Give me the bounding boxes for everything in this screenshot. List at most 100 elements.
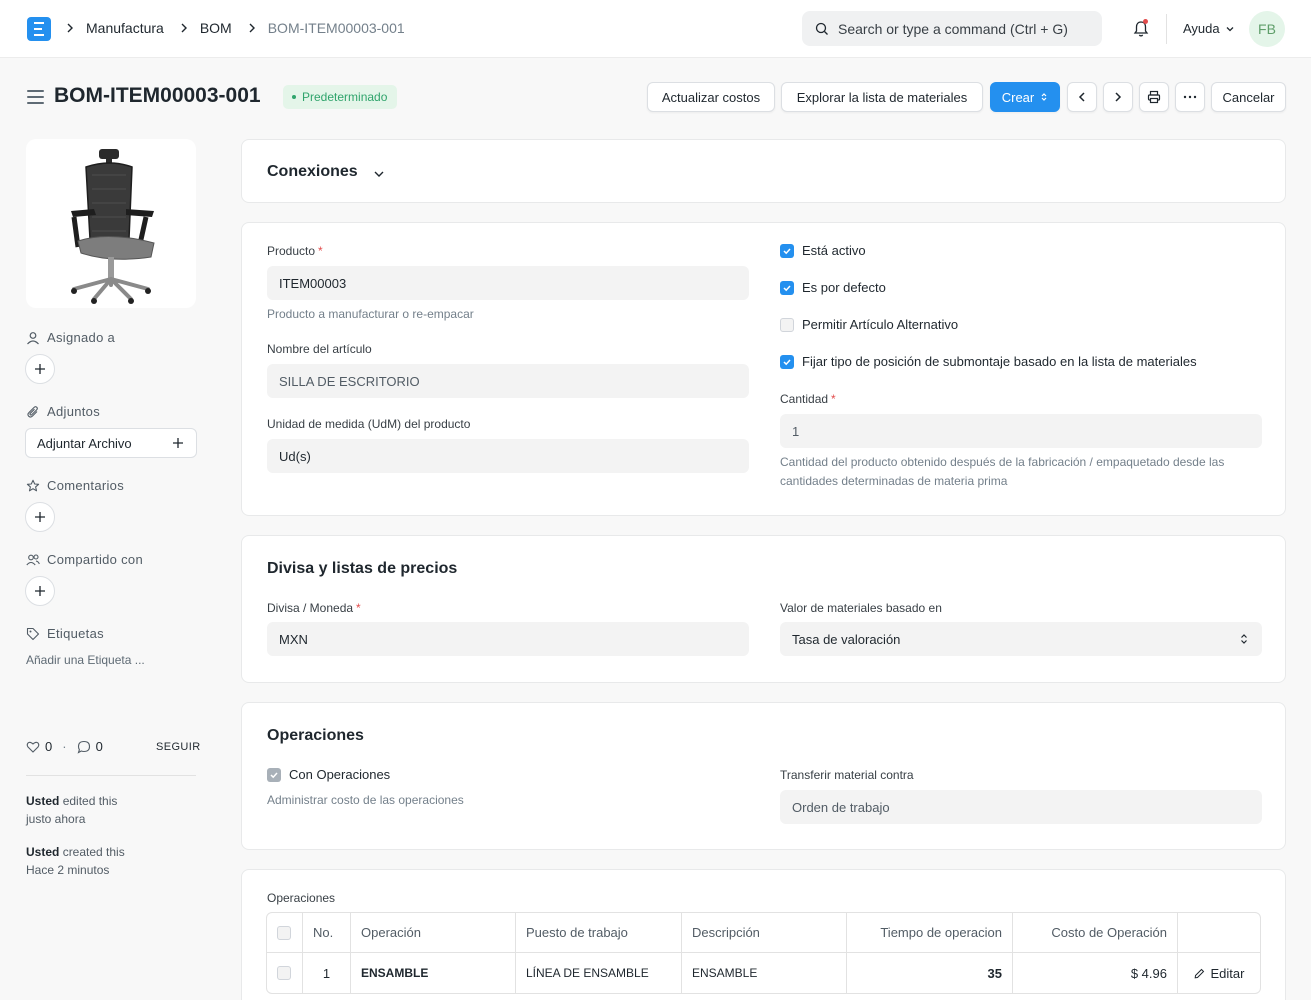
quantity-input[interactable]: 1 bbox=[780, 414, 1262, 448]
connections-title[interactable]: Conexiones bbox=[267, 163, 358, 181]
create-label: Crear bbox=[1001, 89, 1035, 105]
more-options-button[interactable] bbox=[1175, 82, 1205, 112]
operations-table: No. Operación Puesto de trabajo Descripc… bbox=[266, 912, 1261, 994]
tag-icon bbox=[26, 627, 40, 640]
activity-action: edited this bbox=[62, 794, 118, 808]
user-avatar[interactable]: FB bbox=[1249, 11, 1285, 47]
currency-input[interactable]: MXN bbox=[267, 622, 749, 656]
update-costs-button[interactable]: Actualizar costos bbox=[647, 82, 775, 112]
help-label: Ayuda bbox=[1183, 21, 1220, 36]
like-count: 0 bbox=[45, 739, 53, 754]
add-tag-link[interactable]: Añadir una Etiqueta ... bbox=[26, 653, 145, 667]
allow-alternative-checkbox[interactable]: Permitir Artículo Alternativo bbox=[780, 317, 958, 332]
select-all-cell bbox=[267, 913, 303, 952]
assigned-to-label: Asignado a bbox=[47, 330, 116, 345]
add-comment-button[interactable] bbox=[25, 502, 55, 532]
workstation-cell[interactable]: LÍNEA DE ENSAMBLE bbox=[516, 953, 682, 993]
tags-section: Etiquetas bbox=[26, 626, 104, 641]
allow-alternative-label: Permitir Artículo Alternativo bbox=[802, 317, 959, 332]
users-icon bbox=[26, 553, 40, 565]
column-header: Tiempo de operacion bbox=[847, 913, 1013, 952]
checkbox-checked-icon bbox=[267, 767, 281, 782]
transfer-against-input[interactable]: Orden de trabajo bbox=[780, 790, 1262, 824]
is-default-checkbox[interactable]: Es por defecto bbox=[780, 280, 886, 295]
column-header: No. bbox=[303, 913, 351, 952]
next-doc-button[interactable] bbox=[1103, 82, 1133, 112]
is-active-label: Está activo bbox=[802, 243, 866, 258]
activity-user: Usted bbox=[26, 845, 60, 859]
notification-bell-icon[interactable] bbox=[1131, 19, 1151, 39]
print-button[interactable] bbox=[1139, 82, 1169, 112]
product-help: Producto a manufacturar o re-empacar bbox=[267, 307, 474, 321]
table-header: No. Operación Puesto de trabajo Descripc… bbox=[267, 913, 1260, 953]
quantity-help: Cantidad del producto obtenido después d… bbox=[780, 455, 1225, 488]
chevron-right-icon bbox=[249, 23, 255, 33]
set-subassembly-checkbox[interactable]: Fijar tipo de posición de submontaje bas… bbox=[780, 354, 1197, 369]
shared-with-label: Compartido con bbox=[47, 552, 143, 567]
rate-basis-select[interactable]: Tasa de valoración bbox=[780, 622, 1262, 656]
column-header: Descripción bbox=[682, 913, 847, 952]
user-icon bbox=[27, 331, 39, 344]
item-image[interactable] bbox=[26, 139, 196, 308]
follow-button[interactable]: SEGUIR bbox=[156, 741, 201, 753]
description-cell[interactable]: ENSAMBLE bbox=[682, 953, 847, 993]
operations-card: Operaciones Con Operaciones Administrar … bbox=[241, 702, 1286, 850]
printer-icon bbox=[1147, 90, 1161, 104]
create-button[interactable]: Crear bbox=[990, 82, 1060, 112]
checkbox-checked-icon bbox=[780, 354, 794, 369]
attach-file-button[interactable]: Adjuntar Archivo bbox=[25, 428, 197, 458]
add-share-button[interactable] bbox=[25, 576, 55, 606]
shared-with-section: Compartido con bbox=[26, 552, 143, 567]
row-checkbox[interactable] bbox=[277, 966, 291, 980]
checkbox-checked-icon bbox=[780, 243, 794, 258]
connections-card: Conexiones bbox=[241, 139, 1286, 203]
attachments-section: Adjuntos bbox=[26, 404, 100, 419]
breadcrumb-bom[interactable]: BOM bbox=[200, 20, 232, 36]
comment-icon[interactable] bbox=[77, 740, 91, 754]
add-assignee-button[interactable] bbox=[25, 354, 55, 384]
operation-cell[interactable]: ENSAMBLE bbox=[351, 953, 516, 993]
plus-icon bbox=[35, 586, 45, 596]
search-input[interactable] bbox=[838, 11, 1094, 46]
search-bar[interactable] bbox=[802, 11, 1102, 46]
currency-label: Divisa / Moneda * bbox=[267, 601, 361, 615]
operation-cost-cell[interactable]: $ 4.96 bbox=[1013, 953, 1178, 993]
explore-bom-button[interactable]: Explorar la lista de materiales bbox=[781, 82, 983, 112]
separator-dot: · bbox=[62, 739, 67, 754]
row-number: 1 bbox=[303, 953, 351, 993]
with-operations-label: Con Operaciones bbox=[289, 767, 391, 782]
row-select-cell bbox=[267, 953, 303, 993]
is-active-checkbox[interactable]: Está activo bbox=[780, 243, 866, 258]
status-dot bbox=[292, 95, 296, 99]
comments-label: Comentarios bbox=[47, 478, 124, 493]
checkbox-unchecked-icon bbox=[780, 317, 794, 332]
chevron-down-icon bbox=[1226, 26, 1234, 31]
with-operations-checkbox[interactable]: Con Operaciones bbox=[267, 767, 390, 782]
breadcrumb-manufactura[interactable]: Manufactura bbox=[86, 20, 164, 36]
breadcrumb-current[interactable]: BOM-ITEM00003-001 bbox=[268, 20, 405, 36]
sidebar-toggle-icon[interactable] bbox=[27, 90, 44, 104]
navbar-divider bbox=[1166, 14, 1167, 44]
operation-time-cell[interactable]: 35 bbox=[847, 953, 1013, 993]
edit-row-button[interactable]: Editar bbox=[1178, 953, 1260, 993]
select-arrows-icon bbox=[1241, 634, 1247, 644]
cancel-button[interactable]: Cancelar bbox=[1211, 82, 1286, 112]
uom-input[interactable]: Ud(s) bbox=[267, 439, 749, 473]
column-header: Operación bbox=[351, 913, 516, 952]
select-all-checkbox[interactable] bbox=[277, 925, 291, 940]
product-input[interactable]: ITEM00003 bbox=[267, 266, 749, 300]
column-header: Costo de Operación bbox=[1013, 913, 1178, 952]
help-dropdown[interactable]: Ayuda bbox=[1183, 21, 1235, 36]
attachments-label: Adjuntos bbox=[47, 404, 100, 419]
edit-label: Editar bbox=[1210, 965, 1245, 981]
chevron-down-icon[interactable] bbox=[373, 168, 385, 180]
plus-icon bbox=[35, 364, 45, 374]
activity-item: Usted created this Hace 2 minutos bbox=[26, 843, 125, 879]
table-row[interactable]: 1 ENSAMBLE LÍNEA DE ENSAMBLE ENSAMBLE 35… bbox=[267, 953, 1260, 993]
heart-icon[interactable] bbox=[26, 740, 40, 754]
chevron-right-icon bbox=[67, 23, 73, 33]
notification-dot bbox=[1143, 19, 1148, 24]
prev-doc-button[interactable] bbox=[1067, 82, 1097, 112]
column-header-actions bbox=[1178, 913, 1260, 952]
app-logo[interactable] bbox=[27, 17, 51, 41]
